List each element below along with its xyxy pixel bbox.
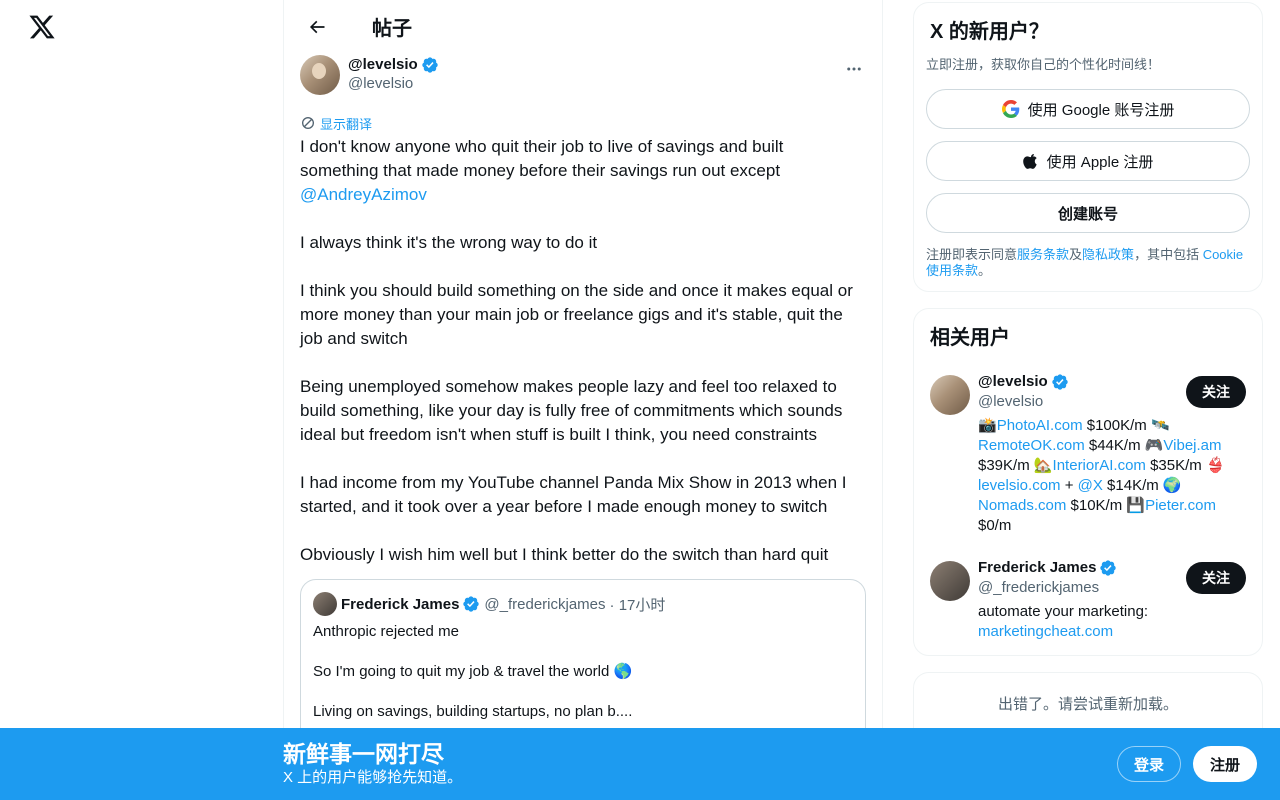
signup-button[interactable]: 注册 [1193,746,1257,782]
terms-prefix: 注册即表示同意 [926,247,1018,262]
related-user-bio: automate your marketing: marketingcheat.… [978,602,1246,642]
post-text: I don't know anyone who quit their job t… [300,135,866,567]
follow-button[interactable]: 关注 [1186,562,1246,594]
bio-text: + [1060,477,1078,494]
right-column: X 的新用户？ 立即注册，获取你自己的个性化时间线！ 使用 Google 账号注… [913,0,1263,752]
bio-text: $100K/m 🛰️ [1082,417,1170,434]
bio-link[interactable]: Vibej.am [1163,437,1221,454]
quote-timestamp[interactable]: · 17小时 [610,594,666,615]
left-rail [0,0,283,800]
signup-card: X 的新用户？ 立即注册，获取你自己的个性化时间线！ 使用 Google 账号注… [913,2,1263,292]
related-user-name-text: @levelsio [978,373,1048,390]
verified-badge-icon [1051,374,1068,390]
bio-text: $14K/m 🌍 [1102,477,1182,494]
avatar[interactable] [930,561,970,601]
google-icon [1001,100,1019,118]
create-account-label: 创建账号 [1057,205,1118,223]
bio-link[interactable]: marketingcheat.com [978,623,1113,640]
bio-text: 📸 [978,417,997,434]
bio-link[interactable]: levelsio.com [978,477,1061,494]
translate-label: 显示翻译 [320,116,373,132]
mention-link[interactable]: @AndreyAzimov [300,185,427,204]
post-text-part-1: I don't know anyone who quit their job t… [300,137,789,180]
x-logo-icon[interactable] [28,13,56,41]
arrow-left-icon [309,20,325,33]
avatar[interactable] [930,375,970,415]
terms-end: 。 [978,263,992,278]
more-icon [847,67,861,71]
apple-icon [1022,153,1037,169]
follow-button[interactable]: 关注 [1186,376,1246,408]
bio-text: $39K/m 🏡 [978,457,1053,474]
related-user-name-text: Frederick James [978,559,1097,576]
apple-signup-label: 使用 Apple 注册 [1046,153,1154,171]
related-user-bio: 📸PhotoAI.com $100K/m 🛰️ RemoteOK.com $44… [978,416,1246,536]
quote-author-handle: @_frederickjames [484,595,606,613]
signup-title: X 的新用户？ [930,21,1049,43]
quote-author-name[interactable]: Frederick James [341,596,459,613]
bottom-signup-bar: 新鲜事一网打尽 X 上的用户能够抢先知道。 登录 注册 [0,728,1280,800]
bio-text: $44K/m 🎮 [1084,437,1164,454]
signup-subtitle: 立即注册，获取你自己的个性化时间线！ [926,57,1161,72]
bio-text: $10K/m 💾 [1066,497,1146,514]
bio-text: $0/m [978,517,1012,534]
bottom-bar-title: 新鲜事一网打尽 [283,741,444,767]
translate-icon [302,117,314,129]
bottom-bar-text: 新鲜事一网打尽 X 上的用户能够抢先知道。 [283,740,462,788]
bio-text: automate your marketing: [978,603,1149,620]
author-handle[interactable]: @levelsio [348,74,439,93]
more-options-button[interactable] [842,57,866,81]
post-text-part-2: I always think it's the wrong way to do … [300,233,853,564]
back-button[interactable] [300,10,334,44]
main-column: 帖子 @levelsio @levelsio 显示翻译 I don't know… [283,0,883,800]
terms-and: 及 [1069,247,1083,262]
bio-link[interactable]: InteriorAI.com [1053,457,1146,474]
terms-mid: ，其中包括 [1134,247,1203,262]
avatar[interactable] [300,55,340,95]
terms-of-service-link[interactable]: 服务条款 [1017,247,1069,262]
related-user[interactable]: @levelsio @levelsio 📸PhotoAI.com $100K/m… [930,372,1246,536]
privacy-policy-link[interactable]: 隐私政策 [1082,247,1134,262]
bottom-bar-subtitle: X 上的用户能够抢先知道。 [283,769,463,786]
bio-link[interactable]: RemoteOK.com [978,437,1085,454]
bio-link[interactable]: @X [1078,477,1103,494]
apple-signup-button[interactable]: 使用 Apple 注册 [926,141,1250,181]
related-user[interactable]: Frederick James @_frederickjames automat… [930,558,1246,642]
author-name-text: @levelsio [348,56,418,73]
translate-link[interactable]: 显示翻译 [300,114,866,132]
bio-link[interactable]: Pieter.com [1145,497,1216,514]
quote-text: Anthropic rejected me So I'm going to qu… [313,623,633,720]
bio-link[interactable]: PhotoAI.com [997,417,1083,434]
author-names: @levelsio @levelsio [348,55,439,93]
related-users-card: 相关用户 @levelsio @levelsio 📸PhotoAI.com $1… [913,308,1263,656]
verified-badge-icon [463,596,480,612]
page-title: 帖子 [372,18,412,40]
page-header: 帖子 [284,0,882,53]
related-users-title: 相关用户 [930,327,1010,349]
bio-text: $35K/m 👙 [1145,457,1225,474]
post: @levelsio @levelsio 显示翻译 I don't know an… [284,55,882,779]
bio-link[interactable]: Nomads.com [978,497,1066,514]
login-button[interactable]: 登录 [1117,746,1181,782]
create-account-button[interactable]: 创建账号 [926,193,1250,233]
google-signup-label: 使用 Google 账号注册 [1027,101,1175,119]
post-author-row: @levelsio @levelsio [300,55,866,103]
google-signup-button[interactable]: 使用 Google 账号注册 [926,89,1250,129]
author-name[interactable]: @levelsio [348,55,439,74]
verified-badge-icon [1100,560,1117,576]
quote-header: Frederick James @_frederickjames · 17小时 [313,592,853,616]
quote-avatar[interactable] [313,592,337,616]
verified-badge-icon [421,56,438,73]
signup-terms: 注册即表示同意服务条款及隐私政策，其中包括 Cookie 使用条款。 [926,247,1250,279]
